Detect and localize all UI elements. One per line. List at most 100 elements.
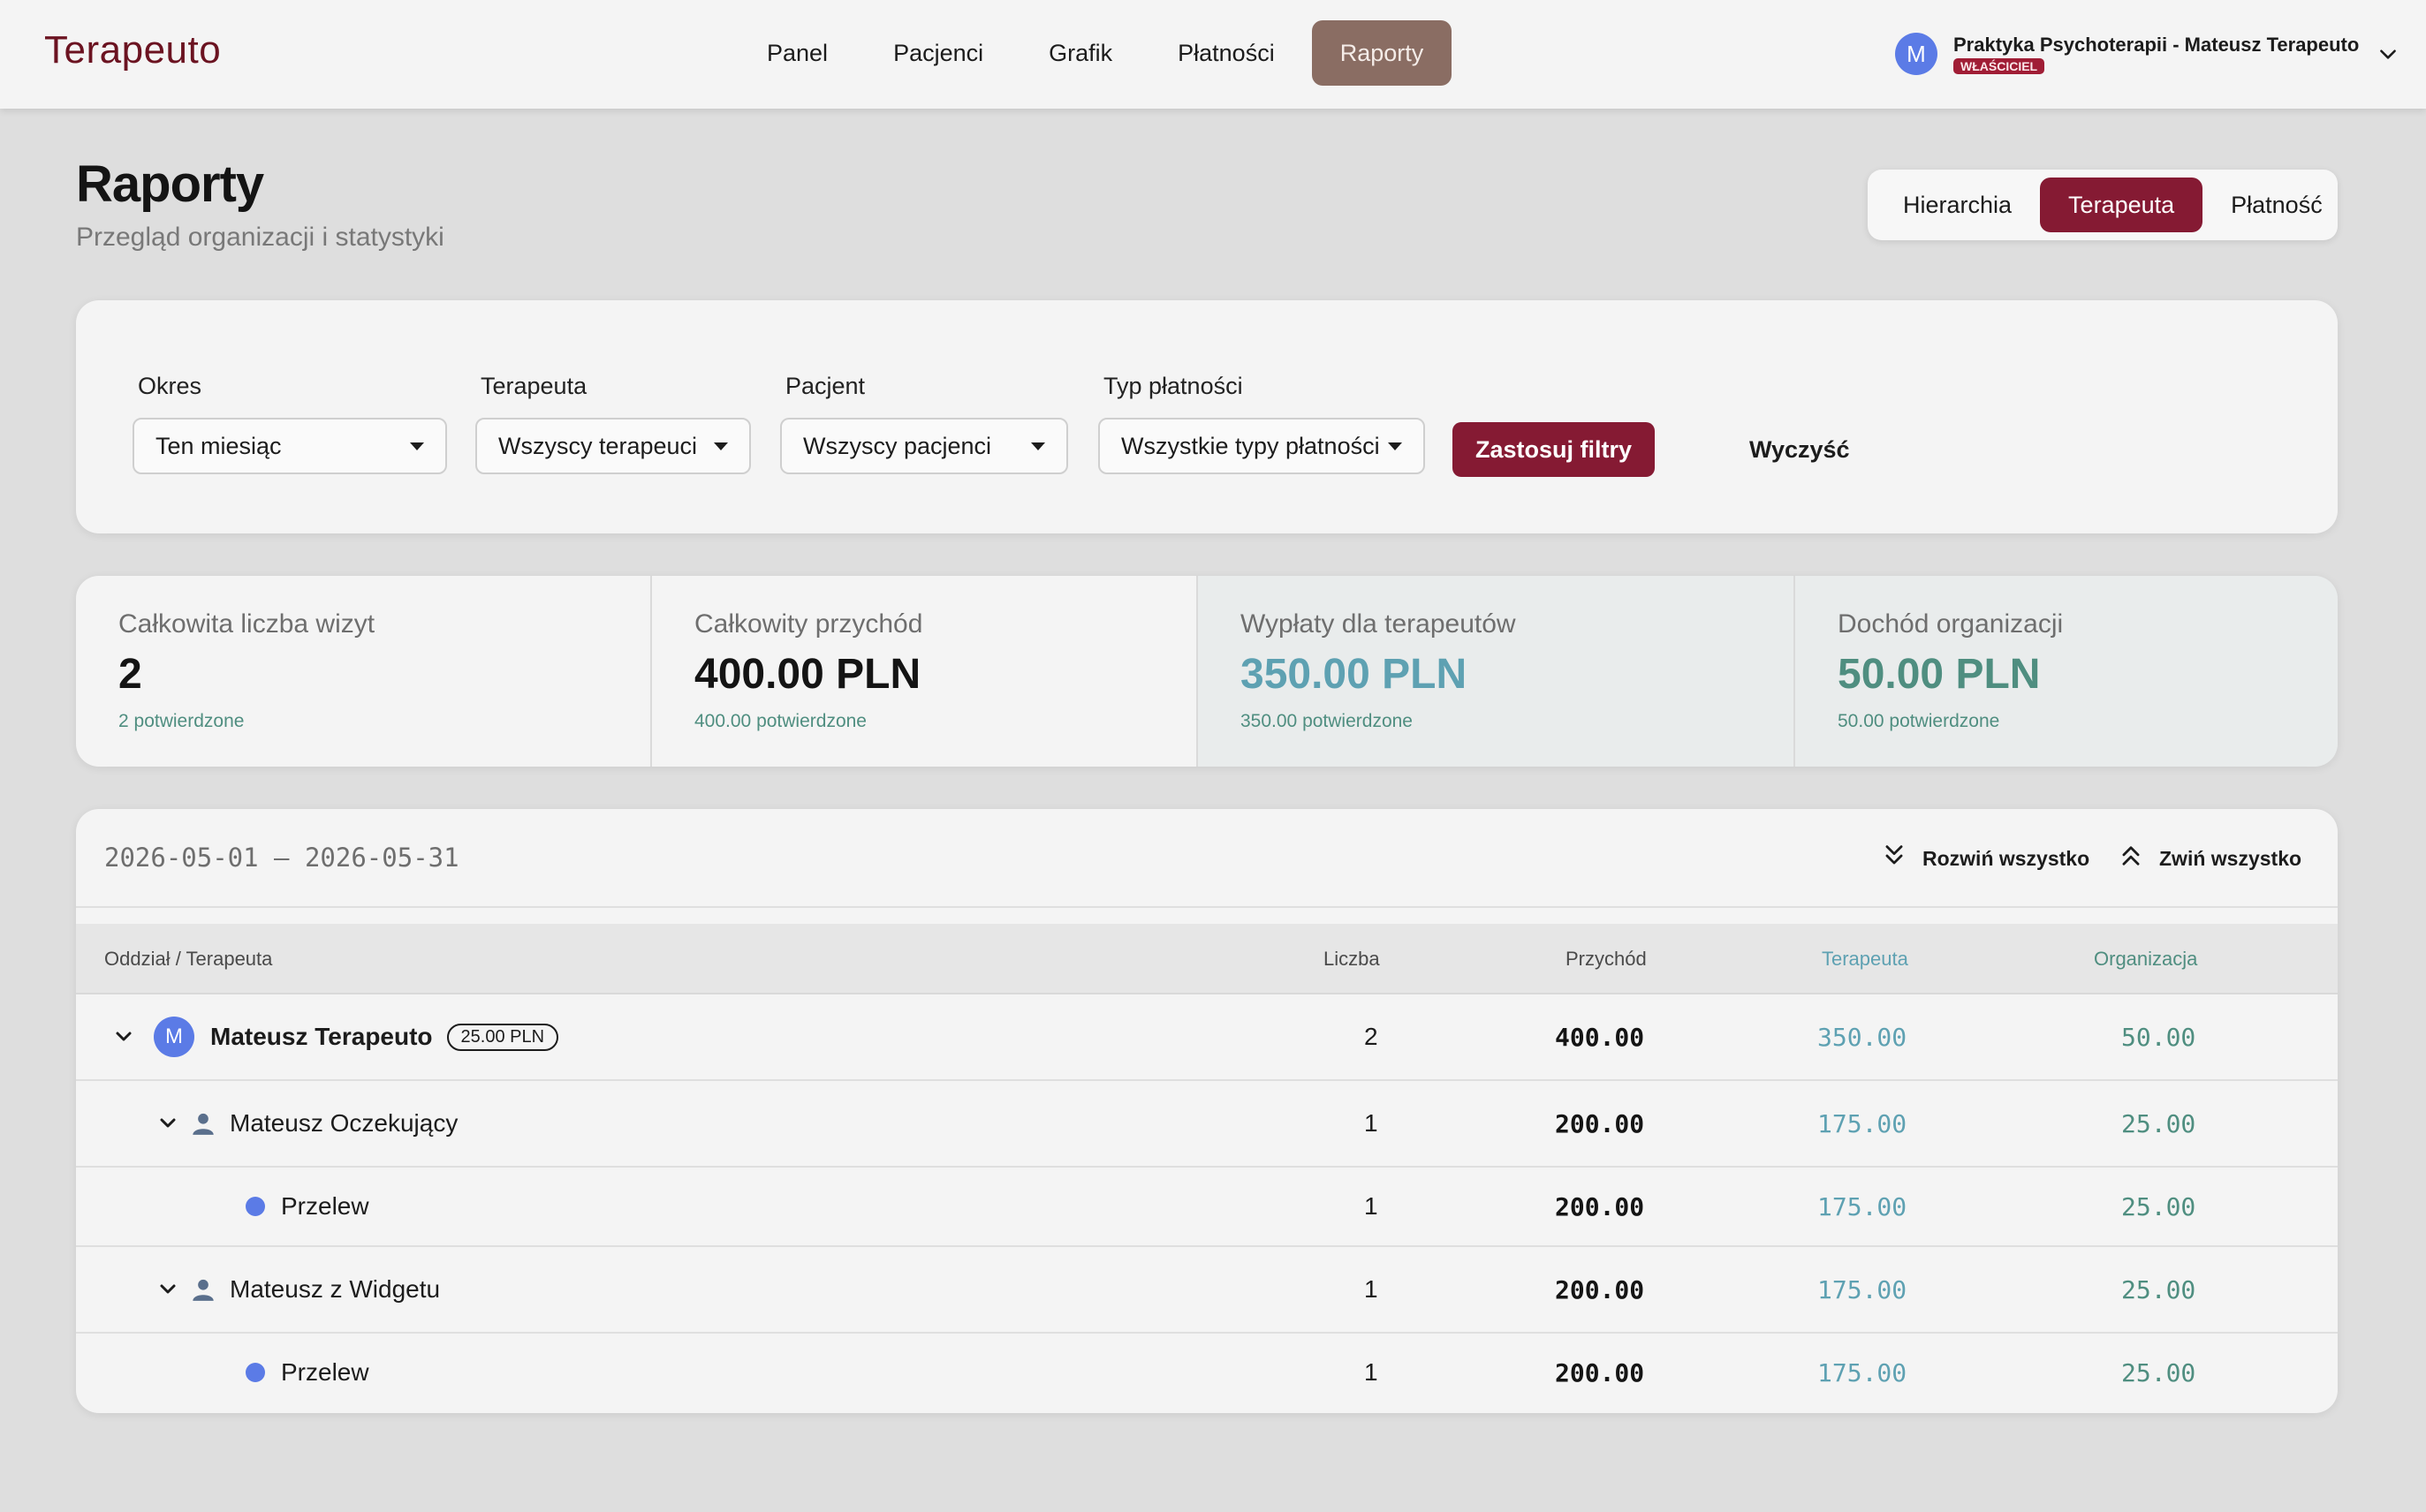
therapist-select[interactable]: Wszyscy terapeuci bbox=[475, 418, 751, 474]
organization-share-cell: 50.00 bbox=[2121, 1022, 2196, 1052]
organization-share-cell: 25.00 bbox=[2121, 1191, 2196, 1221]
table-row-patient[interactable]: Mateusz z Widgetu 1 200.00 175.00 25.00 bbox=[76, 1247, 2338, 1334]
filter-patient-label: Pacjent bbox=[785, 373, 866, 399]
revenue-cell: 200.00 bbox=[1555, 1274, 1645, 1304]
payment-method-name: Przelew bbox=[281, 1192, 369, 1220]
count-cell: 1 bbox=[1364, 1109, 1378, 1137]
organization-share-cell: 25.00 bbox=[2121, 1108, 2196, 1138]
filter-period: Okres Ten miesiąc bbox=[133, 373, 447, 474]
organization-share-cell: 25.00 bbox=[2121, 1274, 2196, 1304]
stat-value: 50.00 PLN bbox=[1838, 651, 2041, 698]
caret-down-icon bbox=[714, 442, 728, 450]
role-badge: WŁAŚCICIEL bbox=[1953, 58, 2045, 74]
count-cell: 2 bbox=[1364, 1023, 1378, 1050]
revenue-cell: 400.00 bbox=[1555, 1022, 1645, 1052]
payment-type-select[interactable]: Wszystkie typy płatności bbox=[1098, 418, 1425, 474]
person-icon bbox=[191, 1277, 216, 1302]
filter-payment-type: Typ płatności Wszystkie typy płatności bbox=[1098, 373, 1425, 474]
therapist-name-cell: M Mateusz Terapeuto 25.00 PLN bbox=[113, 994, 559, 1079]
account-info: Praktyka Psychoterapii - Mateusz Terapeu… bbox=[1953, 34, 2359, 74]
column-header-organization: Organizacja bbox=[2094, 948, 2198, 970]
account-menu[interactable]: M Praktyka Psychoterapii - Mateusz Terap… bbox=[1895, 28, 2399, 79]
patient-name-cell: Mateusz Oczekujący bbox=[157, 1081, 458, 1166]
stat-note: 50.00 potwierdzone bbox=[1838, 711, 2000, 731]
stat-value: 400.00 PLN bbox=[694, 651, 921, 698]
brand-logo[interactable]: Terapeuto bbox=[44, 28, 221, 72]
stat-note: 400.00 potwierdzone bbox=[694, 711, 867, 731]
column-header-therapist: Terapeuta bbox=[1822, 948, 1908, 970]
expand-all-button[interactable]: Rozwiń wszystko bbox=[1882, 841, 2089, 876]
column-header-count: Liczba bbox=[1323, 948, 1380, 970]
period-select[interactable]: Ten miesiąc bbox=[133, 418, 447, 474]
clear-filters-button[interactable]: Wyczyść bbox=[1749, 422, 1850, 477]
stat-label: Dochód organizacji bbox=[1838, 609, 2064, 639]
stat-note: 2 potwierdzone bbox=[118, 711, 245, 731]
stat-total-revenue: Całkowity przychód 400.00 PLN 400.00 pot… bbox=[652, 576, 1198, 767]
stat-total-visits: Całkowita liczba wizyt 2 2 potwierdzone bbox=[76, 576, 652, 767]
collapse-all-button[interactable]: Zwiń wszystko bbox=[2119, 841, 2301, 876]
stat-label: Całkowity przychód bbox=[694, 609, 923, 639]
stat-label: Całkowita liczba wizyt bbox=[118, 609, 375, 639]
count-cell: 1 bbox=[1364, 1275, 1378, 1303]
therapist-share-cell: 175.00 bbox=[1817, 1191, 1907, 1221]
table-row-patient[interactable]: Mateusz Oczekujący 1 200.00 175.00 25.00 bbox=[76, 1081, 2338, 1168]
column-header-name: Oddział / Terapeuta bbox=[104, 948, 273, 970]
period-select-value: Ten miesiąc bbox=[155, 432, 282, 459]
caret-down-icon bbox=[1388, 442, 1402, 450]
therapist-share-cell: 175.00 bbox=[1817, 1108, 1907, 1138]
chevron-down-icon[interactable] bbox=[113, 1026, 134, 1047]
filter-payment-type-label: Typ płatności bbox=[1103, 373, 1243, 399]
report-header: 2026-05-01 – 2026-05-31 Rozwiń wszystko … bbox=[76, 809, 2338, 908]
patient-select[interactable]: Wszyscy pacjenci bbox=[780, 418, 1068, 474]
table-row-payment[interactable]: Przelew 1 200.00 175.00 25.00 bbox=[76, 1334, 2338, 1411]
payment-dot-icon bbox=[246, 1197, 265, 1216]
person-icon bbox=[191, 1111, 216, 1136]
caret-down-icon bbox=[1031, 442, 1045, 450]
therapist-share-cell: 175.00 bbox=[1817, 1357, 1907, 1387]
nav-item-raporty[interactable]: Raporty bbox=[1311, 20, 1452, 86]
filter-panel: Okres Ten miesiąc Terapeuta Wszyscy tera… bbox=[76, 300, 2338, 533]
expand-all-label: Rozwiń wszystko bbox=[1922, 846, 2090, 870]
payment-type-select-value: Wszystkie typy płatności bbox=[1121, 432, 1380, 459]
page-subtitle: Przegląd organizacji i statystyki bbox=[76, 223, 444, 252]
top-navigation-bar: Terapeuto Panel Pacjenci Grafik Płatnośc… bbox=[0, 0, 2426, 109]
account-avatar: M bbox=[1895, 33, 1937, 75]
column-header-revenue: Przychód bbox=[1566, 948, 1647, 970]
patient-name-cell: Mateusz z Widgetu bbox=[157, 1247, 440, 1332]
revenue-cell: 200.00 bbox=[1555, 1108, 1645, 1138]
stat-note: 350.00 potwierdzone bbox=[1240, 711, 1413, 731]
therapist-name: Mateusz Terapeuto bbox=[210, 1023, 433, 1050]
payment-name-cell: Przelew bbox=[246, 1334, 369, 1411]
count-cell: 1 bbox=[1364, 1358, 1378, 1386]
chevron-down-icon[interactable] bbox=[2377, 42, 2399, 70]
therapist-share-cell: 350.00 bbox=[1817, 1022, 1907, 1052]
table-row-therapist[interactable]: M Mateusz Terapeuto 25.00 PLN 2 400.00 3… bbox=[76, 994, 2338, 1081]
page-title: Raporty bbox=[76, 155, 264, 213]
apply-filters-button[interactable]: Zastosuj filtry bbox=[1452, 422, 1656, 477]
nav-item-pacjenci[interactable]: Pacjenci bbox=[865, 20, 1012, 86]
date-range: 2026-05-01 – 2026-05-31 bbox=[104, 843, 459, 873]
nav-item-platnosci[interactable]: Płatności bbox=[1149, 20, 1303, 86]
view-platnosc-button[interactable]: Płatność bbox=[2202, 178, 2351, 232]
table-row-payment[interactable]: Przelew 1 200.00 175.00 25.00 bbox=[76, 1168, 2338, 1247]
double-chevron-up-icon bbox=[2119, 843, 2143, 874]
stats-summary: Całkowita liczba wizyt 2 2 potwierdzone … bbox=[76, 576, 2338, 767]
chevron-down-icon[interactable] bbox=[157, 1279, 178, 1300]
nav-item-grafik[interactable]: Grafik bbox=[1020, 20, 1141, 86]
therapist-avatar: M bbox=[154, 1017, 194, 1057]
therapist-select-value: Wszyscy terapeuci bbox=[498, 432, 698, 459]
chevron-down-icon[interactable] bbox=[157, 1113, 178, 1134]
filter-therapist-label: Terapeuta bbox=[481, 373, 588, 399]
filter-period-label: Okres bbox=[138, 373, 202, 399]
collapse-all-label: Zwiń wszystko bbox=[2159, 846, 2302, 870]
nav-item-panel[interactable]: Panel bbox=[739, 20, 856, 86]
payment-method-name: Przelew bbox=[281, 1358, 369, 1386]
stat-value: 2 bbox=[118, 651, 142, 698]
double-chevron-down-icon bbox=[1882, 843, 1907, 874]
patient-select-value: Wszyscy pacjenci bbox=[803, 432, 992, 459]
view-hierarchia-button[interactable]: Hierarchia bbox=[1875, 178, 2040, 232]
account-name: Praktyka Psychoterapii - Mateusz Terapeu… bbox=[1953, 34, 2360, 56]
patient-name: Mateusz z Widgetu bbox=[230, 1275, 441, 1303]
view-terapeuta-button[interactable]: Terapeuta bbox=[2040, 178, 2203, 232]
stat-organization-income: Dochód organizacji 50.00 PLN 50.00 potwi… bbox=[1795, 576, 2338, 767]
